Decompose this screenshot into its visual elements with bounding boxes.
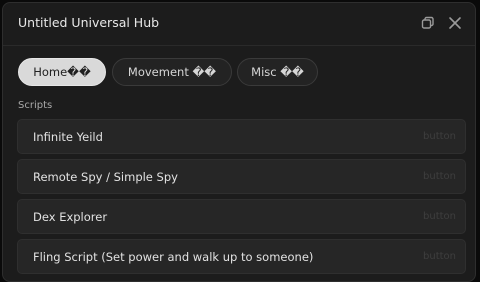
button-label: Infinite Yeild	[33, 130, 103, 144]
section-heading-scripts: Scripts	[18, 100, 53, 111]
restore-icon	[421, 16, 434, 29]
restore-button[interactable]	[419, 14, 437, 32]
tab-home-label: Home��	[33, 65, 91, 79]
tab-movement[interactable]: Movement ��	[112, 58, 232, 86]
hub-window: Untitled Universal Hub Home�� Movement �…	[2, 2, 476, 282]
infinite-yield-button[interactable]: Infinite Yeild button	[17, 119, 466, 154]
tab-misc-label: Misc ��	[251, 65, 304, 79]
tab-misc[interactable]: Misc ��	[237, 58, 318, 86]
remote-spy-button[interactable]: Remote Spy / Simple Spy button	[17, 159, 466, 194]
button-type-hint: button	[423, 171, 456, 182]
button-label: Fling Script (Set power and walk up to s…	[33, 250, 314, 264]
close-button[interactable]	[446, 14, 464, 32]
button-type-hint: button	[423, 251, 456, 262]
tab-home[interactable]: Home��	[18, 58, 106, 86]
close-icon	[449, 17, 461, 29]
title-bar[interactable]: Untitled Universal Hub	[3, 3, 475, 46]
window-title: Untitled Universal Hub	[18, 15, 160, 30]
fling-script-button[interactable]: Fling Script (Set power and walk up to s…	[17, 239, 466, 274]
button-label: Remote Spy / Simple Spy	[33, 170, 178, 184]
dex-explorer-button[interactable]: Dex Explorer button	[17, 199, 466, 234]
button-type-hint: button	[423, 131, 456, 142]
button-type-hint: button	[423, 211, 456, 222]
tab-movement-label: Movement ��	[127, 65, 217, 79]
button-label: Dex Explorer	[33, 210, 108, 224]
